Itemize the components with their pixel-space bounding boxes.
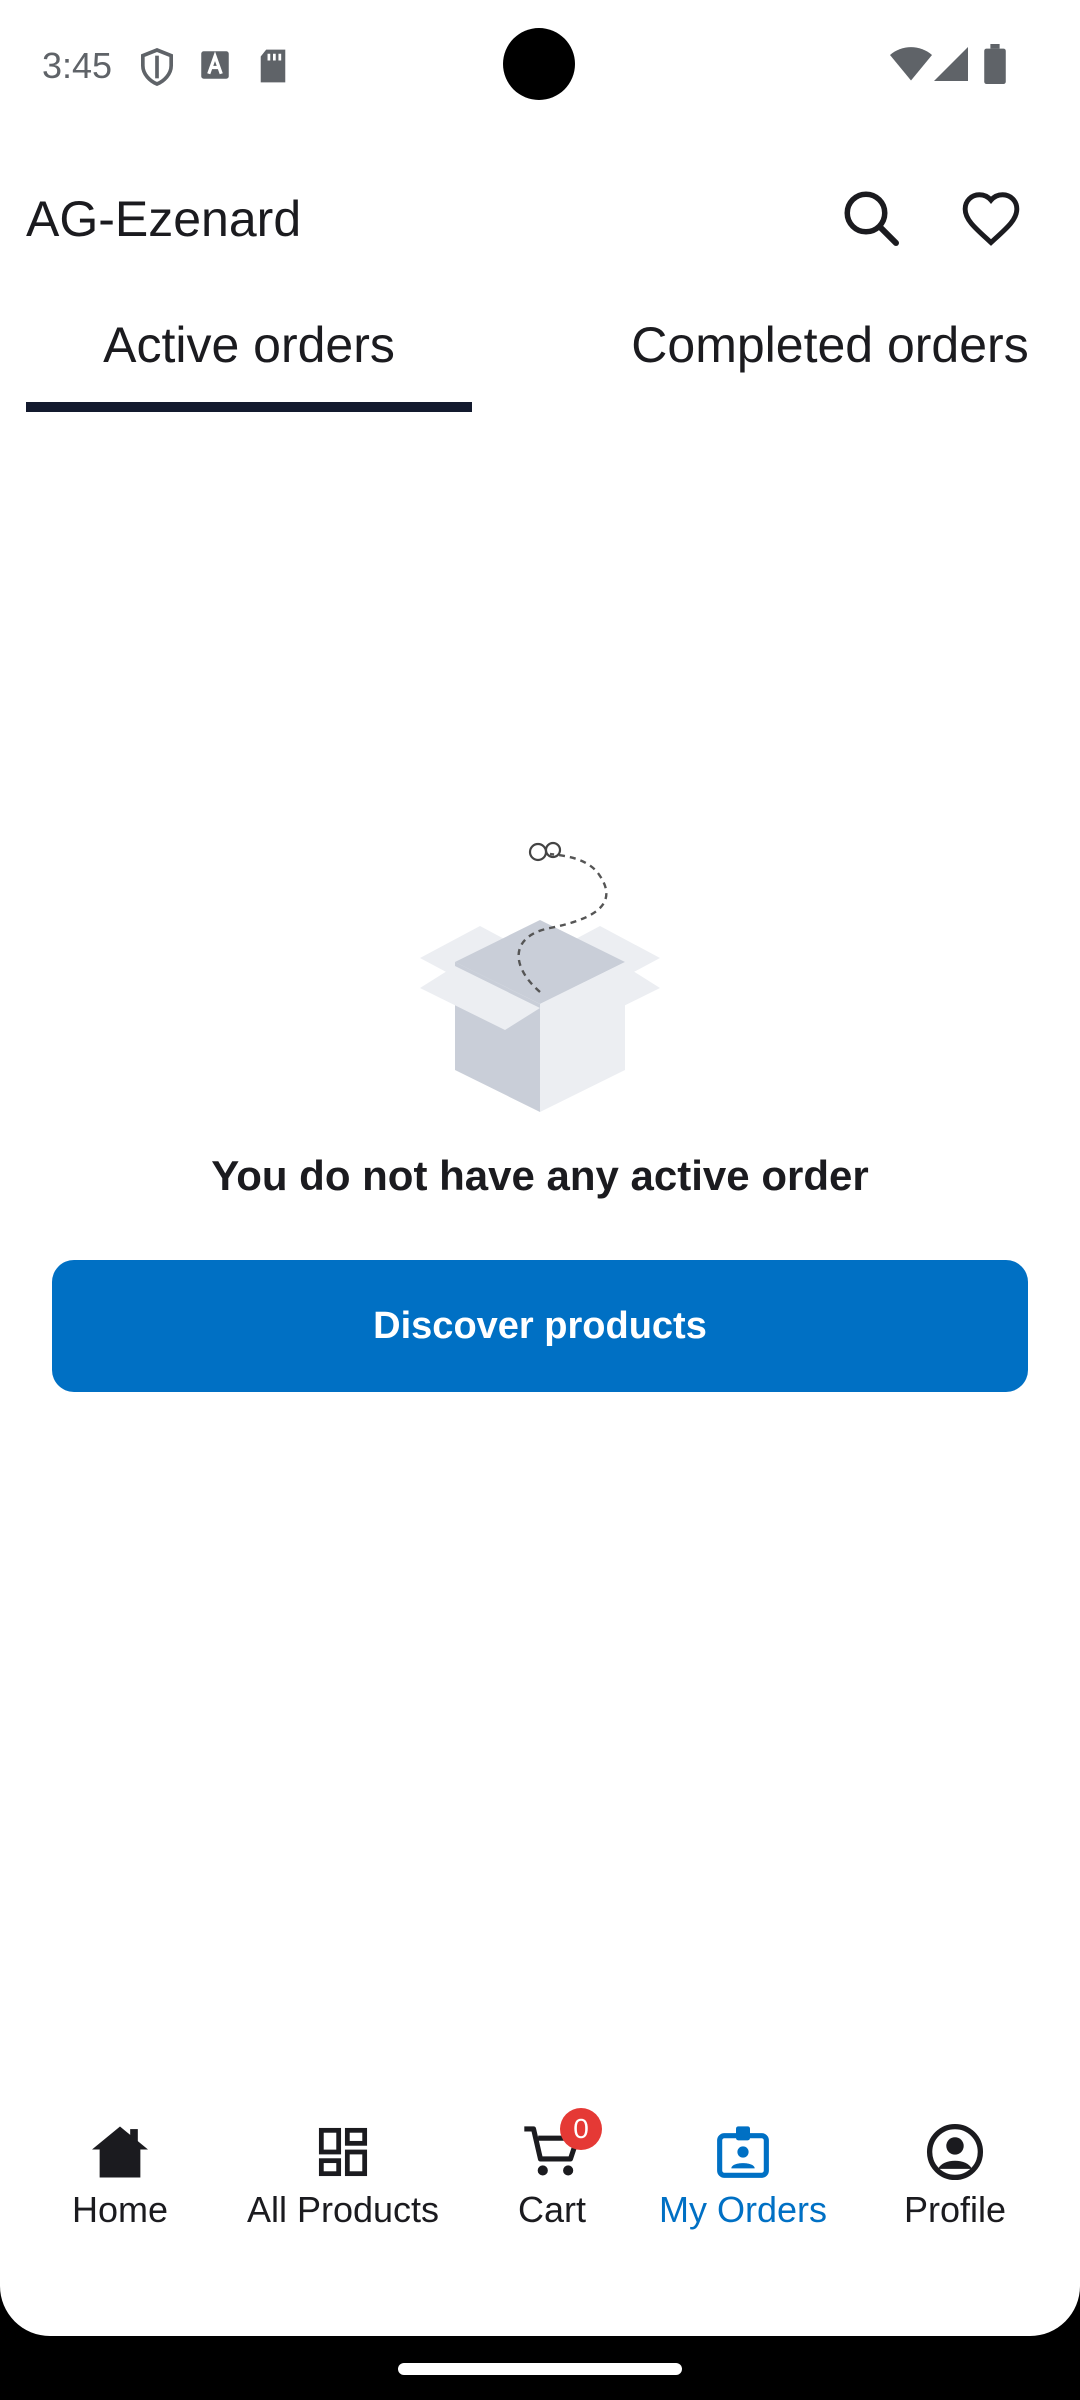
nav-all-products-label: All Products: [246, 2189, 440, 2230]
nav-all-products[interactable]: All Products: [228, 2120, 458, 2250]
grid-icon: [311, 2120, 375, 2184]
status-bar: 3:45: [0, 0, 1080, 130]
nav-home-label: Home: [71, 2189, 169, 2230]
app-title: AG-Ezenard: [26, 191, 302, 247]
home-icon: [88, 2120, 152, 2184]
status-time: 3:45: [42, 45, 113, 86]
nav-cart[interactable]: 0 Cart: [490, 2108, 614, 2250]
nav-profile-label: Profile: [903, 2189, 1007, 2230]
empty-message: You do not have any active order: [211, 1152, 869, 1199]
camera-cutout: [503, 28, 575, 100]
nav-profile[interactable]: Profile: [884, 2120, 1026, 2250]
home-indicator[interactable]: [398, 2363, 682, 2375]
search-icon: [841, 188, 901, 253]
signal-icon: [934, 46, 968, 87]
discover-products-button[interactable]: Discover products: [52, 1260, 1028, 1392]
search-button[interactable]: [831, 180, 911, 260]
battery-icon: [984, 44, 1006, 89]
screen: 3:45 AG-Ezenard Active orders Completed …: [0, 0, 1080, 2336]
cart-badge: 0: [560, 2108, 602, 2150]
tab-indicator: [26, 402, 472, 412]
cart-icon: 0: [520, 2108, 602, 2184]
orders-icon: [711, 2120, 775, 2184]
tab-active-orders[interactable]: Active orders: [26, 310, 472, 390]
wifi-icon: [890, 46, 932, 87]
heart-icon: [960, 189, 1022, 252]
empty-box-icon: [410, 836, 670, 1116]
shield-icon: [140, 48, 174, 91]
sd-card-icon: [258, 48, 288, 89]
favorites-button[interactable]: [951, 180, 1031, 260]
bottom-nav: Home All Products 0 Cart My Orders Profi…: [0, 2108, 1080, 2270]
nav-cart-label: Cart: [517, 2189, 586, 2230]
a-badge-icon: [200, 48, 230, 87]
tab-completed-orders[interactable]: Completed orders: [580, 310, 1080, 390]
profile-icon: [923, 2120, 987, 2184]
nav-home[interactable]: Home: [40, 2120, 200, 2250]
nav-my-orders-label: My Orders: [658, 2189, 827, 2230]
nav-my-orders[interactable]: My Orders: [648, 2120, 838, 2250]
